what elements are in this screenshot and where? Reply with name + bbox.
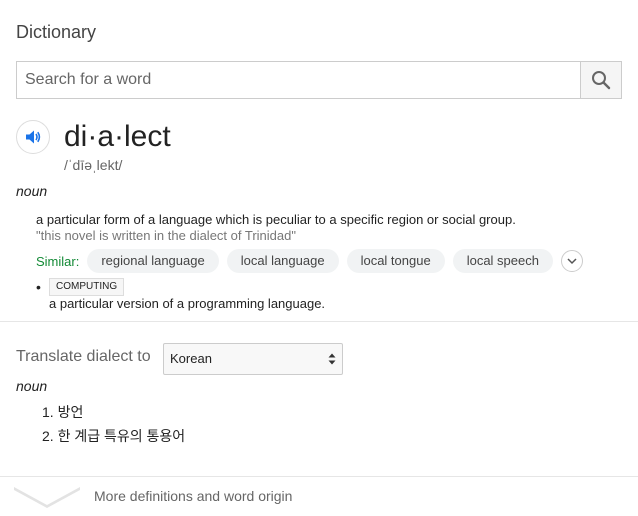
- expand-similar-button[interactable]: [560, 250, 583, 272]
- definition-text: a particular form of a language which is…: [36, 212, 516, 227]
- chevron-down-icon: [567, 258, 577, 265]
- part-of-speech: noun: [16, 183, 48, 199]
- chevron-down-icon: [14, 487, 80, 508]
- headword: di·a·lect: [64, 120, 171, 153]
- translation-item: 2. 한 계급 특유의 통용어: [42, 428, 186, 444]
- more-definitions-link[interactable]: More definitions and word origin: [0, 477, 638, 516]
- translation-part-of-speech: noun: [16, 378, 48, 394]
- more-definitions-label: More definitions and word origin: [94, 488, 293, 504]
- similar-chip[interactable]: regional language: [87, 249, 219, 273]
- speaker-icon: [26, 130, 41, 144]
- dictionary-title: Dictionary: [16, 22, 97, 42]
- subject-tag: COMPUTING: [49, 278, 125, 296]
- select-arrows-icon: [328, 353, 336, 365]
- bullet-point: •: [36, 279, 41, 295]
- translation-list: 1. 방언 2. 한 계급 특유의 통용어: [42, 404, 185, 452]
- definition-text: a particular version of a programming la…: [49, 296, 326, 311]
- section-divider: [0, 321, 638, 322]
- phonetic: /ˈdīəˌlekt/: [64, 157, 123, 173]
- dictionary-card: Dictionary di·a·lect /ˈdīəˌlekt/ noun a …: [0, 0, 638, 516]
- similar-label: Similar:: [36, 253, 80, 269]
- definition-example: "this novel is written in the dialect of…: [36, 228, 296, 243]
- language-select[interactable]: Korean: [163, 343, 343, 375]
- search-button[interactable]: [580, 62, 621, 98]
- translation-item: 1. 방언: [42, 404, 84, 420]
- translate-label: Translate dialect to: [16, 348, 151, 365]
- similar-words: Similar: regional language local languag…: [36, 249, 583, 273]
- pronunciation-button[interactable]: [16, 120, 50, 154]
- similar-chip[interactable]: local tongue: [346, 249, 445, 273]
- language-select-value: Korean: [170, 351, 212, 366]
- similar-chip[interactable]: local speech: [452, 249, 553, 273]
- search-box: [16, 61, 622, 99]
- similar-chip[interactable]: local language: [226, 249, 339, 273]
- search-input[interactable]: [17, 62, 581, 98]
- search-icon: [592, 71, 611, 90]
